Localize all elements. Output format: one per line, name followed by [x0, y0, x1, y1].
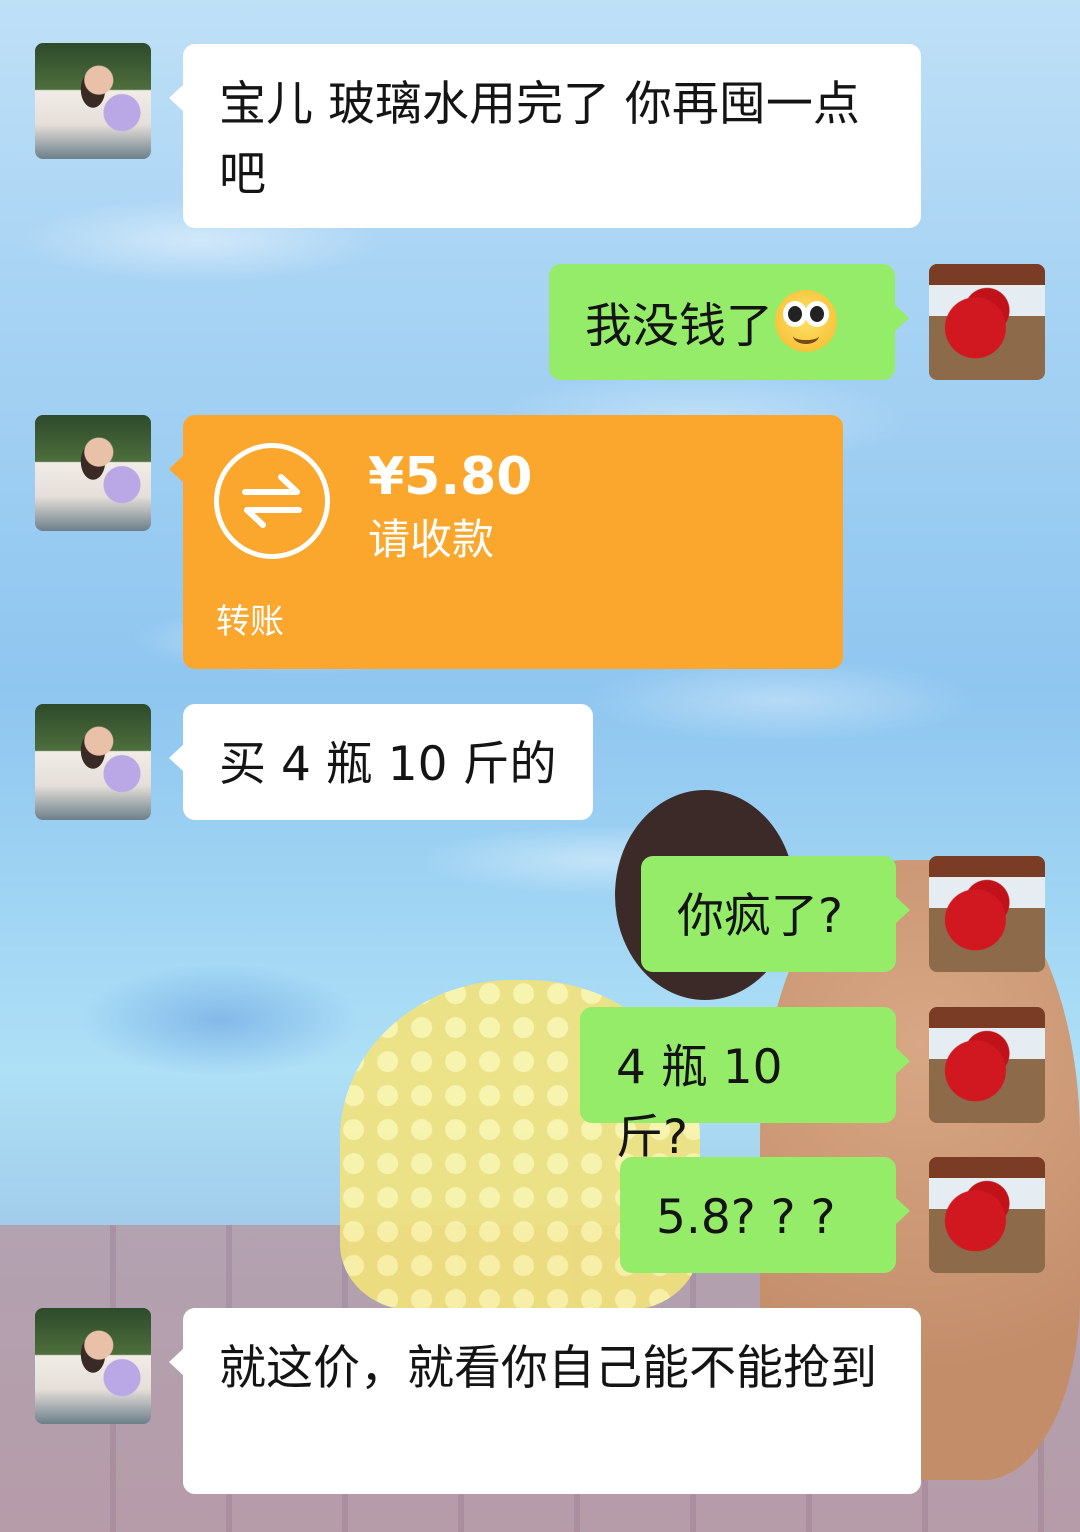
transfer-status: 请收款 [368, 515, 495, 564]
message-bubble[interactable]: 宝儿 玻璃水用完了 你再囤一点吧 [169, 44, 921, 228]
message-text: 5.8? ? ? [656, 1190, 836, 1245]
message-bubble[interactable]: 我没钱了 [549, 264, 909, 380]
contact-avatar[interactable] [35, 43, 151, 159]
message-bubble[interactable]: 就这价，就看你自己能不能抢到 [169, 1308, 921, 1494]
message-text: 你疯了? [677, 889, 843, 944]
my-avatar[interactable] [929, 1007, 1045, 1123]
my-avatar[interactable] [929, 264, 1045, 380]
transfer-arrows-icon [214, 443, 330, 559]
transfer-amount: ¥5.80 [368, 447, 533, 507]
my-avatar[interactable] [929, 856, 1045, 972]
transfer-card[interactable]: ¥5.80 请收款 转账 [169, 415, 843, 669]
contact-avatar[interactable] [35, 415, 151, 531]
message-text: 我没钱了 [585, 299, 773, 354]
message-bubble[interactable]: 买 4 瓶 10 斤的 [169, 704, 593, 820]
message-bubble[interactable]: 5.8? ? ? [620, 1157, 910, 1273]
message-bubble[interactable]: 你疯了? [641, 856, 910, 972]
message-text: 买 4 瓶 10 斤的 [219, 737, 557, 792]
contact-avatar[interactable] [35, 1308, 151, 1424]
message-text: 就这价，就看你自己能不能抢到 [219, 1341, 877, 1396]
message-text: 宝儿 玻璃水用完了 你再囤一点吧 [219, 77, 860, 202]
transfer-label: 转账 [216, 602, 284, 642]
message-bubble[interactable]: 4 瓶 10 斤? [580, 1007, 910, 1165]
my-avatar[interactable] [929, 1157, 1045, 1273]
sweat-smile-emoji-icon [775, 290, 837, 352]
contact-avatar[interactable] [35, 704, 151, 820]
